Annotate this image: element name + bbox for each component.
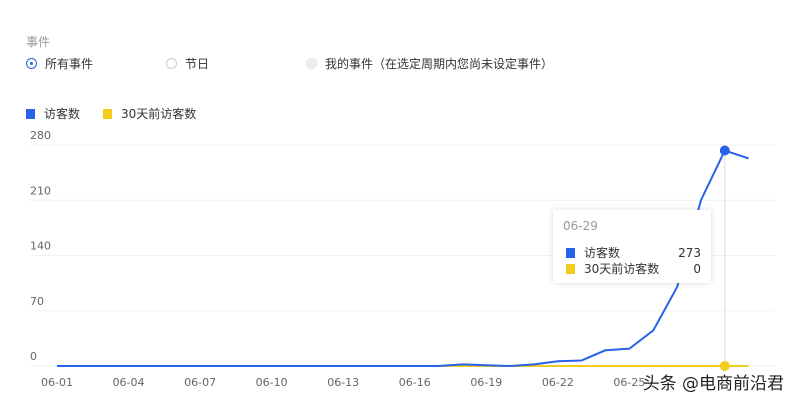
tooltip-value: 273 bbox=[678, 245, 701, 260]
watermark: 头条 @电商前沿君 bbox=[642, 374, 784, 394]
x-tick-label: 06-04 bbox=[113, 376, 145, 389]
tooltip-name: 访客数 bbox=[584, 246, 621, 260]
tooltip-swatch bbox=[566, 247, 575, 258]
tooltip-name: 30天前访客数 bbox=[584, 262, 660, 276]
line-chart[interactable]: 0 70 140 210 280 06-01 06-04 06-07 06-10 06-13 06-… bbox=[0, 0, 796, 400]
x-tick-label: 06-07 bbox=[184, 376, 216, 389]
tooltip-date: 06-29 bbox=[563, 219, 598, 233]
x-tick-label: 06-01 bbox=[41, 376, 73, 389]
y-tick-label: 0 bbox=[30, 350, 37, 363]
x-tick-label: 06-16 bbox=[399, 376, 431, 389]
x-tick-label: 06-19 bbox=[470, 376, 502, 389]
x-tick-label: 06-13 bbox=[327, 376, 359, 389]
tooltip-row: 30天前访客数 0 bbox=[566, 260, 701, 277]
tooltip: 06-29 访客数 273 30天前访客数 0 bbox=[553, 210, 711, 283]
data-point bbox=[719, 145, 730, 156]
tooltip-value: 0 bbox=[693, 261, 701, 276]
y-tick-label: 280 bbox=[30, 129, 51, 142]
tooltip-swatch bbox=[566, 263, 575, 274]
x-tick-label: 06-10 bbox=[256, 376, 288, 389]
y-tick-label: 210 bbox=[30, 184, 51, 197]
x-tick-label: 06-25 bbox=[613, 376, 645, 389]
y-tick-label: 140 bbox=[30, 240, 51, 253]
x-tick-label: 06-22 bbox=[542, 376, 574, 389]
y-tick-label: 70 bbox=[30, 295, 44, 308]
tooltip-row: 访客数 273 bbox=[566, 244, 701, 261]
